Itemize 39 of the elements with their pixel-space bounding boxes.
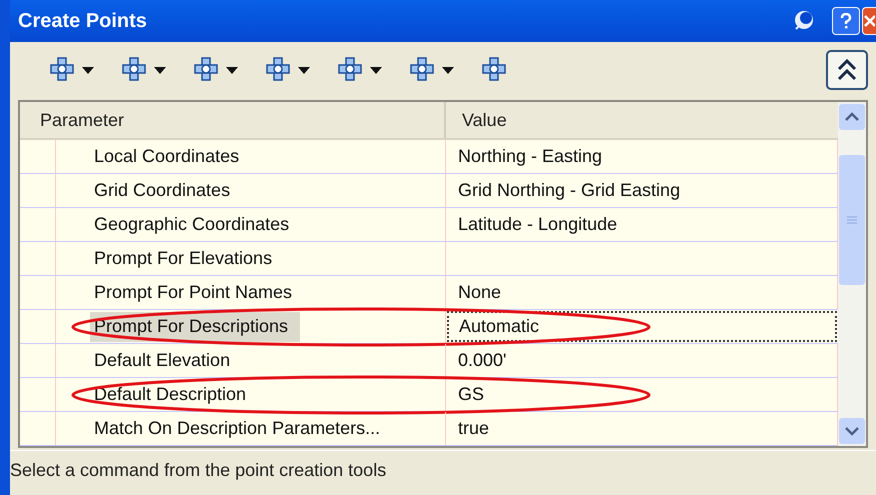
column-header[interactable]: Value	[446, 102, 838, 138]
parameter-name[interactable]: Prompt For Elevations	[94, 245, 272, 272]
parameter-name[interactable]: Geographic Coordinates	[94, 211, 290, 238]
value-text[interactable]: None	[458, 279, 502, 306]
parameter-name[interactable]: Default Elevation	[94, 347, 230, 374]
caret-icon	[82, 66, 94, 74]
collapse-button[interactable]	[826, 50, 868, 90]
scroll-down-button[interactable]	[839, 418, 865, 444]
close-button[interactable]	[862, 7, 876, 35]
scrollbar[interactable]	[838, 102, 866, 446]
value-text[interactable]: GS	[458, 381, 484, 408]
value-text[interactable]: Grid Northing - Grid Easting	[458, 177, 680, 204]
caret-icon	[442, 66, 454, 74]
value-text[interactable]: Automatic	[459, 313, 540, 340]
chevron-up-icon	[845, 112, 859, 122]
caret-icon	[298, 66, 310, 74]
value-text[interactable]: Latitude - Longitude	[458, 211, 618, 238]
window-title: Create Points	[18, 9, 147, 34]
scroll-thumb[interactable]	[839, 155, 865, 285]
grip-icon	[847, 215, 857, 225]
chevron-up-icon	[837, 59, 857, 81]
help-button[interactable]	[832, 7, 860, 35]
value-text[interactable]: 0.000'	[458, 347, 506, 374]
value-text[interactable]: Northing - Easting	[458, 143, 602, 170]
parameter-name[interactable]: Grid Coordinates	[94, 177, 230, 204]
parameter-name[interactable]: Prompt For Point Names	[94, 279, 292, 306]
chevron-down-icon	[845, 426, 859, 436]
scroll-up-button[interactable]	[839, 104, 865, 130]
help-icon	[840, 13, 852, 29]
caret-icon	[226, 66, 238, 74]
close-icon	[863, 14, 875, 28]
parameter-name[interactable]: Local Coordinates	[94, 143, 240, 170]
column-header[interactable]: Parameter	[20, 102, 446, 138]
status-text: Select a command from the point creation tools	[10, 459, 386, 482]
caret-icon	[370, 66, 382, 74]
caret-icon	[154, 66, 166, 74]
parameter-name[interactable]: Match On Description Parameters...	[94, 415, 380, 442]
parameter-name[interactable]: Default Description	[94, 381, 246, 408]
value-text[interactable]: true	[458, 415, 490, 442]
